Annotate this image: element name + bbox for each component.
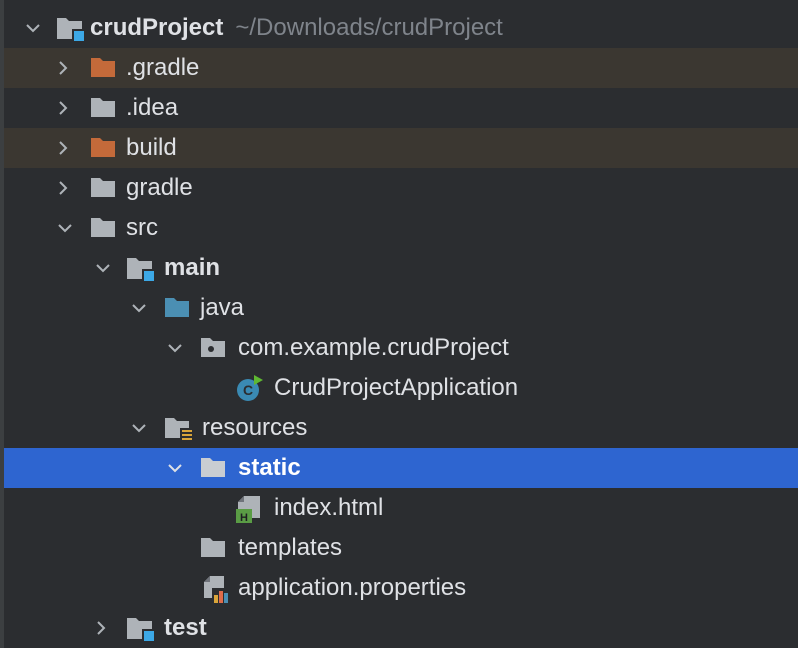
tree-row-test[interactable]: test	[4, 608, 798, 648]
tree-row-static[interactable]: static	[4, 448, 798, 488]
tree-row-gradle-cache[interactable]: .gradle	[4, 48, 798, 88]
module-folder-icon	[126, 255, 155, 282]
tree-row-project-root[interactable]: crudProject ~/Downloads/crudProject	[4, 8, 798, 48]
tree-row-main[interactable]: main	[4, 248, 798, 288]
folder-icon	[90, 215, 116, 241]
project-path: ~/Downloads/crudProject	[235, 14, 503, 41]
tree-item-label: resources	[202, 414, 308, 441]
tree-item-label: .idea	[126, 94, 179, 121]
tree-item-label: index.html	[274, 494, 384, 521]
tree-item-label: com.example.crudProject	[238, 334, 509, 361]
folder-icon	[200, 535, 226, 561]
project-tree-panel: crudProject ~/Downloads/crudProject .grad…	[0, 0, 798, 648]
tree-row-gradle[interactable]: gradle	[4, 168, 798, 208]
tree-item-label: test	[164, 614, 207, 641]
excluded-folder-icon	[90, 135, 116, 161]
tree-row-index-html[interactable]: H index.html	[4, 488, 798, 528]
tree-row-resources[interactable]: resources	[4, 408, 798, 448]
project-name: crudProject ~/Downloads/crudProject	[90, 14, 503, 41]
svg-text:C: C	[243, 382, 253, 398]
chevron-down-icon[interactable]	[166, 339, 184, 357]
excluded-folder-icon	[90, 55, 116, 81]
tree-item-label: gradle	[126, 174, 193, 201]
html-file-icon: H	[236, 495, 262, 523]
folder-icon	[90, 175, 116, 201]
tree-item-label: static	[238, 454, 301, 481]
svg-text:H: H	[240, 512, 248, 523]
spring-boot-class-icon: C	[236, 375, 263, 401]
chevron-right-icon[interactable]	[54, 139, 72, 157]
resources-root-folder-icon	[164, 415, 194, 443]
chevron-right-icon[interactable]	[92, 619, 110, 637]
folder-icon	[90, 95, 116, 121]
tree-item-label: .gradle	[126, 54, 200, 81]
chevron-down-icon[interactable]	[130, 299, 148, 317]
tree-row-java[interactable]: java	[4, 288, 798, 328]
tree-row-build[interactable]: build	[4, 128, 798, 168]
tree-item-label: main	[164, 254, 221, 281]
chevron-down-icon[interactable]	[130, 419, 148, 437]
package-icon	[200, 335, 226, 361]
tree-item-label: src	[126, 214, 158, 241]
tree-row-templates[interactable]: templates	[4, 528, 798, 568]
module-folder-icon	[126, 615, 155, 642]
chevron-right-icon[interactable]	[54, 59, 72, 77]
chevron-right-icon[interactable]	[54, 99, 72, 117]
tree-row-package[interactable]: com.example.crudProject	[4, 328, 798, 368]
tree-item-label: application.properties	[238, 574, 467, 601]
chevron-down-icon[interactable]	[94, 259, 112, 277]
tree-row-properties[interactable]: application.properties	[4, 568, 798, 608]
tree-item-label: CrudProjectApplication	[274, 374, 519, 401]
tree-item-label: templates	[238, 534, 343, 561]
chevron-down-icon[interactable]	[24, 19, 42, 37]
chevron-right-icon[interactable]	[54, 179, 72, 197]
tree-item-label: build	[126, 134, 177, 161]
chevron-down-icon[interactable]	[56, 219, 74, 237]
tree-item-label: java	[200, 294, 245, 321]
tree-row-app-class[interactable]: C CrudProjectApplication	[4, 368, 798, 408]
tree-row-idea[interactable]: .idea	[4, 88, 798, 128]
chevron-down-icon[interactable]	[166, 459, 184, 477]
properties-file-icon	[202, 575, 230, 603]
tree-row-src[interactable]: src	[4, 208, 798, 248]
module-folder-icon	[56, 15, 85, 42]
folder-icon	[200, 455, 226, 481]
source-root-folder-icon	[164, 295, 190, 321]
